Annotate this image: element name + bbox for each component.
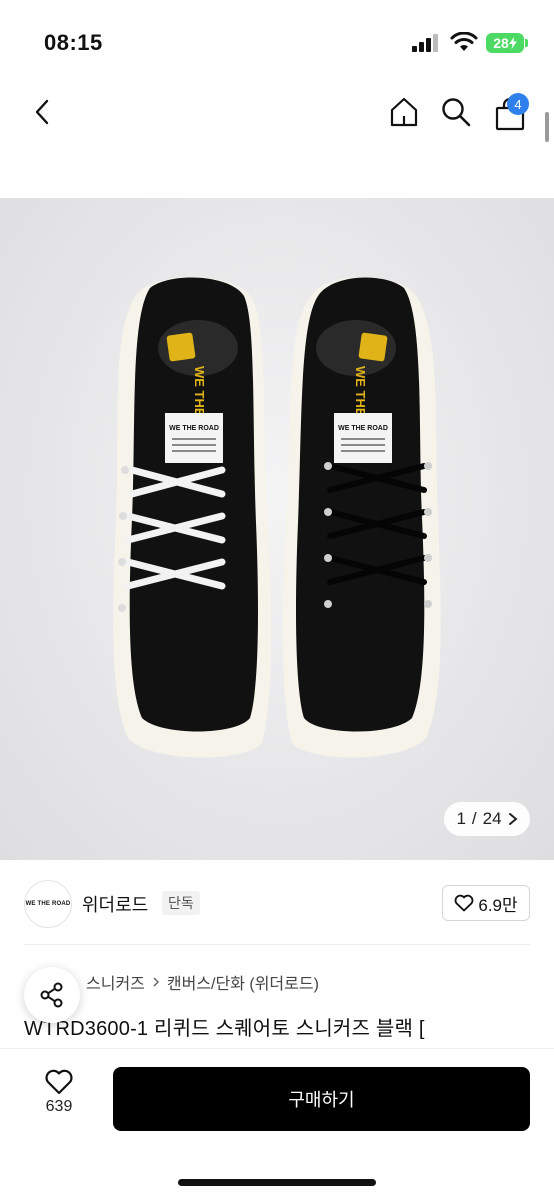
search-button[interactable] [436, 92, 476, 132]
image-counter[interactable]: 1 / 24 [444, 802, 530, 836]
right-side-text: WE THE [353, 366, 368, 417]
right-tag-text: WE THE ROAD [338, 425, 388, 432]
product-image[interactable]: WE THE WE THE ROAD WE THE WE THE ROAD [0, 198, 554, 860]
left-side-text: WE THE [192, 366, 207, 417]
right-shoe: WE THE WE THE ROAD [282, 277, 441, 758]
brand-like-button[interactable]: 6.9만 [442, 885, 530, 921]
image-current: 1 [456, 809, 466, 828]
brand-like-count: 6.9만 [478, 895, 518, 915]
wishlist-count: 639 [45, 1098, 73, 1115]
charging-bolt-icon [508, 37, 517, 49]
brand-logo-text: WE THE ROAD [25, 901, 71, 907]
chevron-right-icon [153, 977, 159, 987]
buy-button[interactable]: 구매하기 [113, 1067, 530, 1131]
signal-icon [412, 34, 438, 52]
brand-logo[interactable]: WE THE ROAD [24, 880, 72, 928]
chevron-right-icon [508, 813, 518, 825]
battery-level: 28 [493, 35, 509, 51]
battery-indicator: 28 [486, 33, 524, 53]
cart-count-badge: 4 [507, 93, 529, 115]
battery-nub [525, 39, 528, 47]
image-total: 24 [482, 809, 502, 828]
share-button[interactable] [24, 967, 80, 1023]
wishlist-button[interactable]: 639 [30, 1068, 88, 1128]
status-time: 08:15 [44, 30, 103, 55]
divider [24, 944, 530, 945]
image-separator: / [471, 809, 477, 828]
heart-icon [454, 894, 474, 912]
share-icon [40, 982, 63, 1008]
search-icon [442, 98, 471, 127]
home-icon [390, 97, 418, 127]
exclusive-badge: 단독 [162, 891, 200, 915]
heart-icon [45, 1069, 73, 1095]
scroll-indicator [545, 112, 549, 142]
wifi-icon [450, 32, 478, 51]
back-button[interactable] [22, 92, 62, 132]
sneakers-illustration: WE THE WE THE ROAD WE THE WE THE ROAD [113, 277, 441, 758]
left-shoe: WE THE WE THE ROAD [113, 277, 272, 758]
left-tag-text: WE THE ROAD [169, 425, 219, 432]
home-indicator [178, 1179, 376, 1186]
home-button[interactable] [384, 92, 424, 132]
breadcrumb-level1[interactable]: 스니커즈 [86, 970, 145, 994]
brand-name[interactable]: 위더로드 [82, 891, 148, 917]
breadcrumb-level2[interactable]: 캔버스/단화 (위더로드) [167, 970, 319, 994]
chevron-left-icon [35, 99, 49, 125]
product-title: WTRD3600-1 리퀴드 스퀘어토 스니커즈 블랙 [ [24, 1018, 425, 1040]
